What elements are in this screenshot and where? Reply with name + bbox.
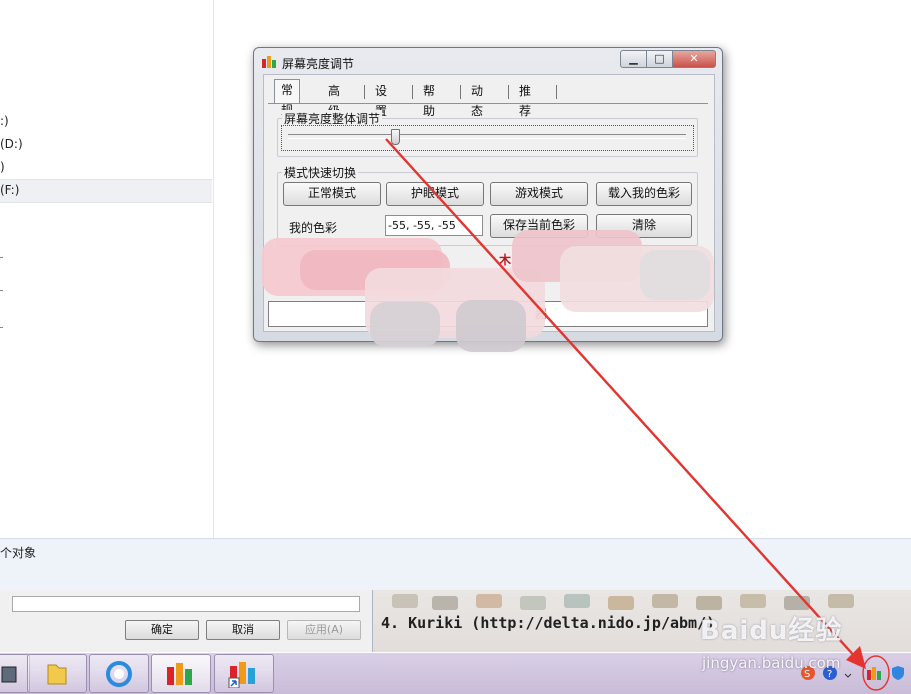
status-item-count: 个对象 bbox=[0, 546, 37, 560]
window-title: 屏幕亮度调节 bbox=[282, 57, 355, 71]
wallpaper-pattern bbox=[740, 594, 766, 608]
tab-recommend[interactable]: 推荐 bbox=[513, 81, 537, 118]
brightness-slider-thumb[interactable] bbox=[391, 129, 401, 145]
wallpaper-pattern bbox=[392, 594, 418, 608]
wallpaper-pattern bbox=[696, 596, 722, 610]
wallpaper-pattern bbox=[784, 596, 810, 610]
brightness-app-shortcut-icon bbox=[228, 662, 255, 688]
taskbar-brightness-shortcut-button[interactable] bbox=[214, 654, 274, 693]
taskbar-brightness-app-button[interactable] bbox=[151, 654, 211, 693]
brightness-slider-track[interactable] bbox=[288, 134, 686, 139]
tab-panel-border bbox=[268, 103, 708, 104]
wallpaper-pattern bbox=[652, 594, 678, 608]
brightness-app-icon bbox=[167, 663, 192, 685]
close-button[interactable]: ✕ bbox=[672, 50, 716, 68]
wallpaper-pattern bbox=[476, 594, 502, 608]
redaction-blur bbox=[456, 300, 526, 352]
wallpaper-credit: 4. Kuriki (http://delta.nido.jp/abm/) bbox=[381, 614, 716, 632]
tab-separator bbox=[460, 85, 461, 99]
wallpaper-pattern bbox=[520, 596, 546, 610]
browser-icon bbox=[106, 661, 132, 687]
my-color-label: 我的色彩 bbox=[289, 221, 338, 235]
wallpaper-pattern bbox=[432, 596, 458, 610]
drive-item-f[interactable]: (F:) bbox=[0, 183, 19, 197]
taskbar-folder-button[interactable] bbox=[27, 654, 87, 693]
ok-button[interactable]: 确定 bbox=[125, 620, 199, 640]
selected-drive-highlight bbox=[0, 179, 212, 203]
wallpaper-pattern bbox=[608, 596, 634, 610]
promo-red-text: 木 bbox=[499, 253, 512, 267]
wallpaper-pattern bbox=[828, 594, 854, 608]
explorer-status-bar bbox=[0, 538, 911, 591]
baidu-watermark: Baidu经验 bbox=[700, 616, 843, 646]
drive-item-c[interactable]: :) bbox=[0, 114, 9, 128]
tab-general[interactable]: 常规 bbox=[274, 79, 301, 117]
drive-item-e[interactable]: ) bbox=[0, 160, 5, 174]
window-title-bar[interactable]: 屏幕亮度调节 ▁ □ ✕ bbox=[254, 48, 722, 74]
tab-separator bbox=[508, 85, 509, 99]
taskbar-explorer-button[interactable] bbox=[0, 654, 30, 693]
nav-tick bbox=[0, 290, 3, 291]
redaction-blur bbox=[370, 302, 440, 347]
taskbar-browser-button[interactable] bbox=[89, 654, 149, 693]
tab-separator bbox=[364, 85, 365, 99]
minimize-button[interactable]: ▁ bbox=[620, 50, 647, 68]
explorer-navigation-pane bbox=[0, 0, 214, 538]
nav-tick bbox=[0, 257, 3, 258]
game-mode-button[interactable]: 游戏模式 bbox=[490, 182, 588, 206]
cancel-button[interactable]: 取消 bbox=[206, 620, 280, 640]
normal-mode-button[interactable]: 正常模式 bbox=[283, 182, 381, 206]
caption-buttons: ▁ □ ✕ bbox=[620, 50, 716, 68]
wallpaper-pattern bbox=[564, 594, 590, 608]
folder-icon bbox=[47, 664, 67, 685]
eye-care-mode-button[interactable]: 护眼模式 bbox=[386, 182, 484, 206]
nav-tick bbox=[0, 327, 3, 328]
tab-dynamic[interactable]: 动态 bbox=[465, 81, 489, 118]
drive-item-d[interactable]: (D:) bbox=[0, 137, 23, 151]
load-my-color-button[interactable]: 载入我的色彩 bbox=[596, 182, 692, 206]
tab-help[interactable]: 帮助 bbox=[417, 81, 441, 118]
baidu-watermark-url: jingyan.baidu.com bbox=[702, 654, 841, 672]
redaction-blur bbox=[640, 250, 710, 300]
brightness-app-title-icon bbox=[262, 56, 276, 68]
tab-separator bbox=[412, 85, 413, 99]
my-color-field[interactable]: -55, -55, -55 bbox=[385, 215, 483, 236]
mode-group-label: 模式快速切换 bbox=[282, 164, 359, 181]
apply-button[interactable]: 应用(A) bbox=[287, 620, 361, 640]
security-shield-icon[interactable] bbox=[890, 665, 906, 681]
tab-advanced[interactable]: 高级 bbox=[322, 81, 346, 118]
maximize-button[interactable]: □ bbox=[646, 50, 673, 68]
show-hidden-icon[interactable] bbox=[843, 665, 853, 681]
tab-settings[interactable]: 设置 bbox=[369, 81, 393, 118]
explorer-icon bbox=[1, 666, 17, 683]
tab-separator bbox=[556, 85, 557, 99]
brightness-tray-icon[interactable] bbox=[866, 665, 882, 681]
properties-text-field[interactable] bbox=[12, 596, 360, 612]
